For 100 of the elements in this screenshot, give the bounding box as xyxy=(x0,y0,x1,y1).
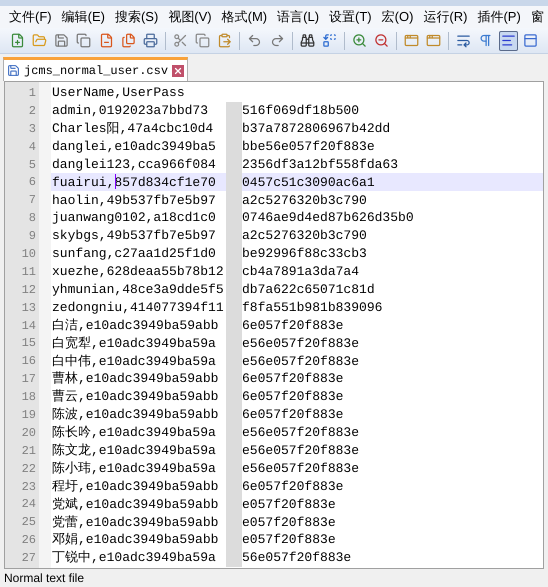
new-file-icon xyxy=(10,33,26,48)
code-text: 56e057f20f883e xyxy=(242,549,352,568)
code-text: 6e057f20f883e xyxy=(242,388,344,406)
code-text: 党斌,e10adc3949ba59abb xyxy=(52,496,220,514)
code-text: skybgs,49b537fb7e5b97 xyxy=(52,227,217,246)
code-text: zedongniu,414077394f11 xyxy=(52,298,225,317)
menu-item[interactable]: 窗 xyxy=(526,7,548,27)
code-text: db7a622c65071c81d xyxy=(242,281,375,299)
code-text: haolin,49b537fb7e5b97 xyxy=(52,192,217,210)
file-tab[interactable]: jcms_normal_user.csv xyxy=(3,57,188,81)
code-text: 程圩,e10adc3949ba59abb xyxy=(52,478,220,496)
undo-icon xyxy=(247,33,262,48)
code-text: 6e057f20f883e xyxy=(242,316,344,335)
menu-item[interactable]: 格式(M) xyxy=(216,7,272,27)
code-text: admin,0192023a7bbd73 xyxy=(52,102,210,120)
code-text: a2c5276320b3c790 xyxy=(242,227,367,246)
line-number: 22 xyxy=(22,460,36,478)
line-number: 24 xyxy=(22,496,36,514)
close-all-icon xyxy=(120,33,136,48)
line-number: 11 xyxy=(22,264,36,281)
code-text: juanwang0102,a18cd1c0 xyxy=(52,209,217,228)
code-text: 曹林,e10adc3949ba59abb xyxy=(52,370,220,388)
status-text: Normal text file xyxy=(4,570,84,587)
menu-item[interactable]: 宏(O) xyxy=(376,7,418,27)
code-text: yhmunian,48ce3a9dde5f5 xyxy=(52,281,225,299)
line-number: 25 xyxy=(22,514,36,532)
menu-item[interactable]: 搜索(S) xyxy=(110,7,164,27)
code-text: e057f20f883e xyxy=(242,531,336,550)
line-number: 6 xyxy=(28,174,36,192)
code-text: e56e057f20f883e xyxy=(242,442,360,460)
print-button[interactable] xyxy=(140,30,160,50)
window-icon xyxy=(426,33,442,48)
code-text: 6e057f20f883e xyxy=(242,406,344,424)
code-text: 陈文龙,e10adc3949ba59a xyxy=(52,442,217,460)
code-text: be92996f88c33cb3 xyxy=(242,245,367,264)
line-number: 21 xyxy=(22,442,36,460)
code-text: e057f20f883e xyxy=(242,514,336,532)
menu-item[interactable]: 运行(R) xyxy=(418,7,472,27)
copy-icon xyxy=(195,33,210,48)
redo-icon xyxy=(270,33,285,48)
indent-guide-button[interactable] xyxy=(498,30,518,50)
folder-icon xyxy=(32,33,48,48)
code-text: UserName,UserPass xyxy=(52,84,185,102)
zoom-in-icon xyxy=(352,33,367,48)
line-number: 7 xyxy=(28,192,36,210)
code-text: 6e057f20f883e xyxy=(242,370,344,388)
window-icon xyxy=(404,33,420,48)
line-number: 15 xyxy=(22,335,36,352)
code-text: Charles阳,47a4cbc10d4 xyxy=(52,120,214,138)
menu-item[interactable]: 编辑(E) xyxy=(56,7,110,27)
menu-item[interactable]: 视图(V) xyxy=(163,7,217,27)
code-text: 2356df3a12bf558fda63 xyxy=(242,156,398,174)
line-number: 13 xyxy=(22,300,36,317)
code-text: 6e057f20f883e xyxy=(242,478,344,496)
line-number: 18 xyxy=(22,389,36,406)
line-number: 19 xyxy=(22,406,36,424)
menu-item[interactable]: 设置(T) xyxy=(324,7,377,27)
line-number: 3 xyxy=(28,120,36,138)
code-text: a2c5276320b3c790 xyxy=(242,192,367,210)
binoculars-icon xyxy=(300,33,315,48)
replace-icon xyxy=(322,33,337,48)
line-number: 9 xyxy=(28,228,36,246)
code-text: 0457c51c3090ac6a1 xyxy=(242,174,375,192)
code-text: xuezhe,628deaa55b78b12 xyxy=(52,263,225,282)
save-all-icon xyxy=(76,33,92,48)
paste-icon xyxy=(217,33,232,48)
code-text: danglei123,cca966f084 xyxy=(52,156,217,174)
code-text: e56e057f20f883e xyxy=(242,352,360,371)
save-icon xyxy=(54,33,70,48)
line-number: 8 xyxy=(28,210,36,228)
code-text: 丁锐中,e10adc3949ba59a xyxy=(52,549,217,568)
copy-button[interactable] xyxy=(193,30,212,50)
save-icon xyxy=(7,64,20,77)
code-text: bbe56e057f20f883e xyxy=(242,138,375,156)
code-text: 白宽犁,e10adc3949ba59a xyxy=(52,334,217,353)
line-number: 10 xyxy=(22,246,36,263)
close-icon[interactable] xyxy=(172,64,184,76)
code-text: e057f20f883e xyxy=(242,496,336,514)
menu-item[interactable]: 插件(P) xyxy=(472,7,526,27)
code-text: b37a7872806967b42dd xyxy=(242,120,390,138)
menu-item[interactable]: 文件(F) xyxy=(4,7,57,27)
line-number: 16 xyxy=(22,353,36,370)
code-text: f8fa551b981b839096 xyxy=(242,298,382,317)
code-text: sunfang,c27aa1d25f1d0 xyxy=(52,245,217,264)
line-number: 1 xyxy=(28,84,36,102)
wrap-icon xyxy=(456,33,472,48)
menu-item[interactable]: 语言(L) xyxy=(272,7,324,27)
line-number: 23 xyxy=(22,478,36,496)
code-text: e56e057f20f883e xyxy=(242,334,360,353)
line-number: 20 xyxy=(22,424,36,442)
code-text: danglei,e10adc3949ba5 xyxy=(52,138,217,156)
window-icon xyxy=(522,33,538,48)
code-text: 党蕾,e10adc3949ba59abb xyxy=(52,514,220,532)
close-file-icon xyxy=(98,33,114,48)
zoom-out-icon xyxy=(374,33,389,48)
code-text: 陈长吟,e10adc3949ba59a xyxy=(52,424,217,442)
print-icon xyxy=(142,33,158,48)
scissors-icon xyxy=(173,33,188,48)
pilcrow-icon xyxy=(478,33,494,48)
code-text: 0746ae9d4ed87b626d35b0 xyxy=(242,209,414,228)
